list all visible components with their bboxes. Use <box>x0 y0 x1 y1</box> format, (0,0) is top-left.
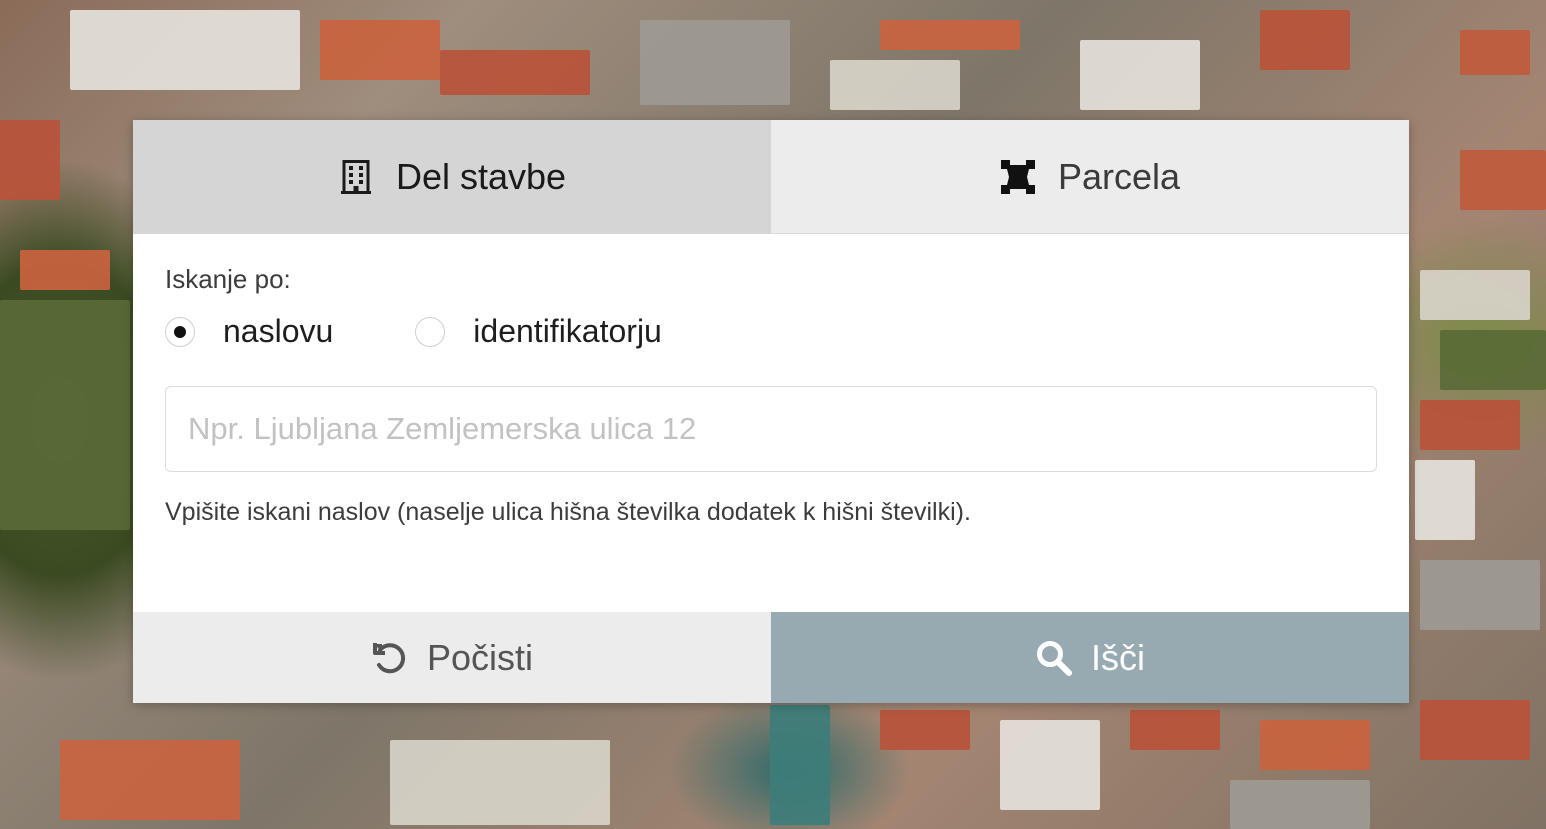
undo-icon <box>371 639 409 677</box>
radio-selected-dot <box>174 325 186 338</box>
search-button[interactable]: Išči <box>771 612 1409 703</box>
map-building <box>1460 30 1530 75</box>
clear-button-label: Počisti <box>426 636 534 678</box>
map-building <box>0 120 60 200</box>
parcel-polygon-icon <box>1000 159 1036 195</box>
map-building <box>1260 10 1350 70</box>
map-building <box>1130 710 1220 750</box>
map-building <box>70 10 300 90</box>
map-building <box>1000 720 1100 810</box>
map-building <box>60 740 240 820</box>
search-panel: Del stavbe Parcela Iskanje po: naslovu i… <box>133 120 1409 703</box>
map-building <box>1420 270 1530 320</box>
map-building <box>1260 720 1370 770</box>
map-building <box>320 20 440 80</box>
map-building <box>1420 400 1520 450</box>
input-hint: Vpišite iskani naslov (naselje ulica hiš… <box>165 498 971 526</box>
radio-identifikatorju[interactable] <box>415 316 446 347</box>
map-building <box>390 740 610 825</box>
tab-parcela[interactable]: Parcela <box>771 120 1409 234</box>
map-building <box>880 710 970 750</box>
map-building <box>1420 700 1530 760</box>
radio-option-identifikatorju[interactable]: identifikatorju <box>415 313 662 350</box>
map-building <box>1420 560 1540 630</box>
map-building <box>880 20 1020 50</box>
search-form: Iskanje po: naslovu identifikatorju Vpiš… <box>133 234 1409 526</box>
search-by-label: Iskanje po: <box>165 264 291 294</box>
search-tabs: Del stavbe Parcela <box>133 120 1409 234</box>
clear-button[interactable]: Počisti <box>133 612 771 703</box>
map-park <box>0 300 130 530</box>
building-icon <box>338 159 374 195</box>
map-building <box>1415 460 1475 540</box>
radio-label: naslovu <box>223 313 334 349</box>
map-building <box>1080 40 1200 110</box>
radio-option-naslovu[interactable]: naslovu <box>165 313 333 350</box>
search-button-label: Išči <box>1091 636 1145 678</box>
map-building <box>1230 780 1370 829</box>
radio-label: identifikatorju <box>473 313 662 349</box>
map-building <box>1460 150 1546 210</box>
map-building <box>640 20 790 105</box>
tab-label: Del stavbe <box>395 156 567 197</box>
map-building <box>830 60 960 110</box>
map-park <box>1440 330 1546 390</box>
map-building <box>20 250 110 290</box>
map-building <box>440 50 590 95</box>
action-bar: Počisti Išči <box>133 612 1409 703</box>
tab-label: Parcela <box>1057 155 1181 197</box>
search-icon <box>1035 639 1073 677</box>
address-search-input[interactable] <box>165 386 1377 472</box>
search-type-radio-group: naslovu identifikatorju <box>165 313 1377 350</box>
tab-del-stavbe[interactable]: Del stavbe <box>133 120 771 234</box>
map-river <box>770 705 830 825</box>
radio-naslovu[interactable] <box>165 316 195 347</box>
